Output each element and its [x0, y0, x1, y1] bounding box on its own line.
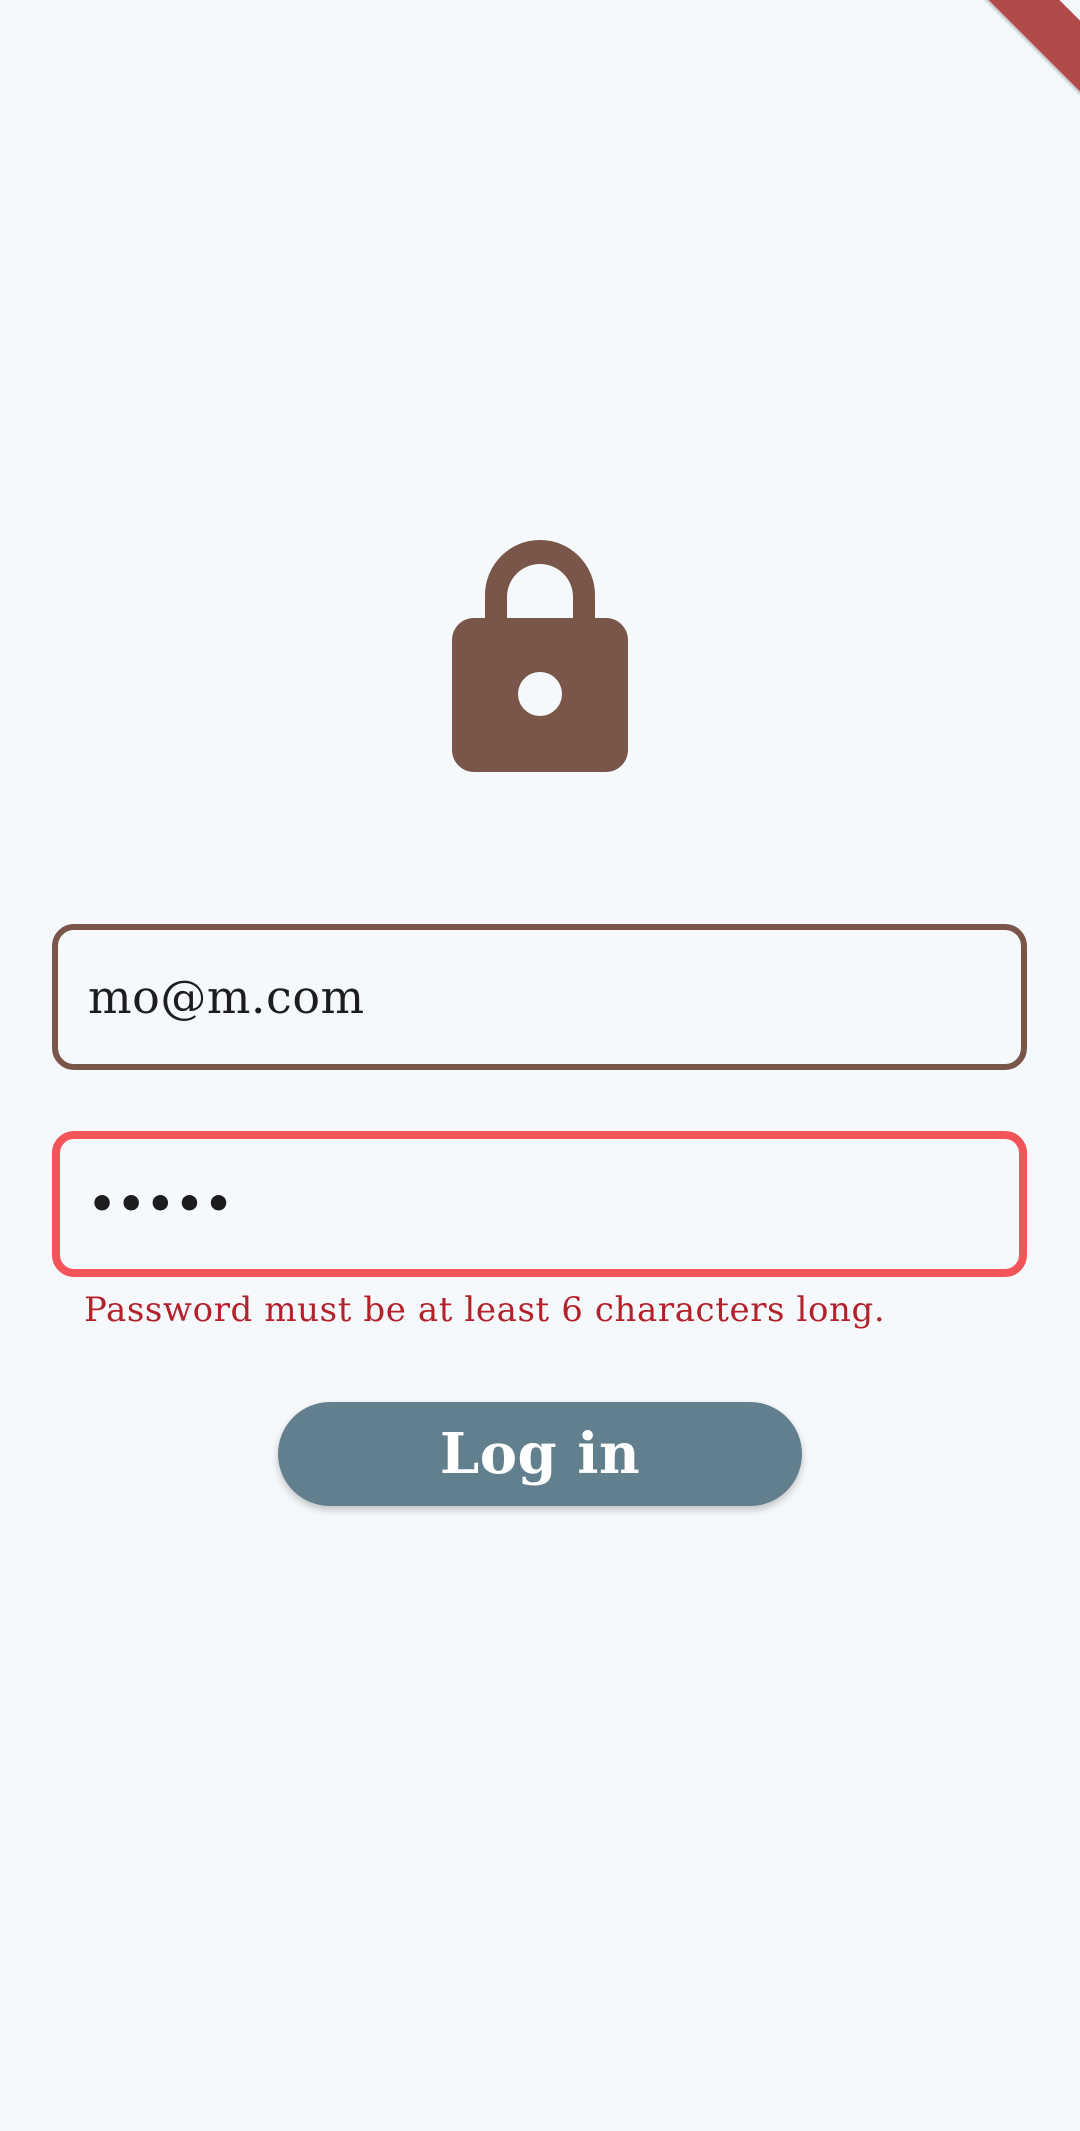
email-value: mo@m.com [88, 970, 365, 1024]
password-field[interactable]: ••••• [52, 1131, 1027, 1277]
login-button[interactable]: Log in [278, 1402, 802, 1506]
password-value: ••••• [88, 1178, 234, 1230]
login-button-label: Log in [439, 1421, 641, 1487]
lock-icon [452, 540, 628, 772]
debug-banner [960, 0, 1080, 120]
debug-ribbon [960, 0, 1080, 106]
email-field[interactable]: mo@m.com [52, 924, 1027, 1070]
password-error-text: Password must be at least 6 characters l… [84, 1290, 886, 1330]
